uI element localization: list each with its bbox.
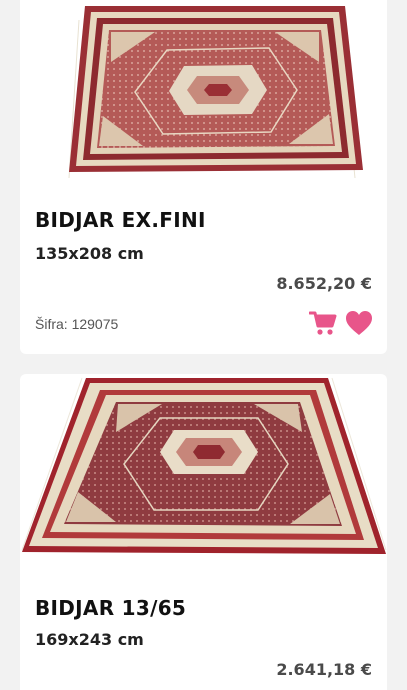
product-title[interactable]: BIDJAR 13/65 bbox=[35, 596, 186, 620]
product-size: 169x243 cm bbox=[35, 630, 144, 649]
product-image-link[interactable] bbox=[20, 0, 387, 182]
product-size: 135x208 cm bbox=[35, 244, 144, 263]
product-card[interactable]: BIDJAR 13/65 169x243 cm 2.641,18 € bbox=[20, 374, 387, 690]
shopping-cart-icon bbox=[309, 311, 337, 335]
product-price: 2.641,18 € bbox=[276, 660, 372, 679]
heart-icon bbox=[346, 311, 372, 335]
product-title[interactable]: BIDJAR EX.FINI bbox=[35, 208, 206, 232]
product-price: 8.652,20 € bbox=[276, 274, 372, 293]
add-to-cart-button[interactable] bbox=[309, 310, 337, 336]
rug-image bbox=[21, 377, 387, 554]
product-image-link[interactable] bbox=[20, 374, 387, 564]
product-sku: Šifra: 129075 bbox=[35, 316, 119, 332]
product-list: BIDJAR EX.FINI 135x208 cm 8.652,20 € Šif… bbox=[0, 0, 407, 690]
rug-image bbox=[68, 6, 363, 179]
product-card[interactable]: BIDJAR EX.FINI 135x208 cm 8.652,20 € Šif… bbox=[20, 0, 387, 354]
add-to-wishlist-button[interactable] bbox=[345, 310, 373, 336]
